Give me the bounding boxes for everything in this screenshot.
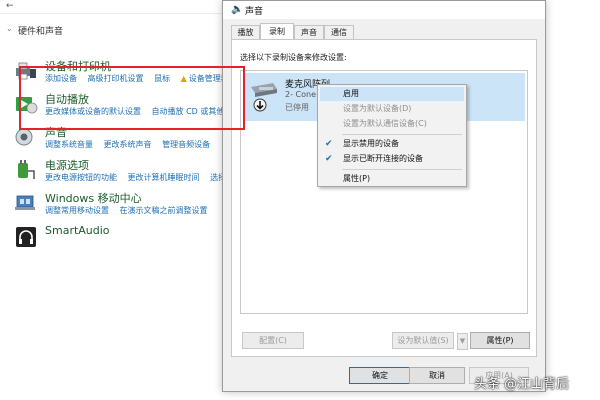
link-system-volume[interactable]: 调整系统音量 (45, 140, 93, 149)
chevron-down-icon[interactable]: ⌄ (6, 24, 13, 33)
link-audio-devices[interactable]: 管理音频设备 (162, 140, 210, 149)
menu-item-set-default-comm-device[interactable]: 设置为默认通信设备(C) (320, 117, 464, 131)
instruction-text: 选择以下录制设备来修改设置: (240, 53, 347, 62)
menu-item-label: 显示已断开连接的设备 (343, 154, 423, 163)
category-smartaudio: SmartAudio (0, 224, 222, 254)
dialog-title-bar[interactable]: 🔈 声音 (223, 1, 545, 19)
configure-button[interactable]: 配置(C) (242, 332, 304, 349)
mobility-center-icon (15, 195, 35, 210)
dialog-title: 声音 (245, 7, 264, 17)
microphone-array-icon (251, 83, 277, 112)
link-power-plan[interactable]: 选择电源计划 (210, 173, 222, 182)
checkmark-icon: ✔ (325, 139, 333, 149)
tab-communications[interactable]: 通信 (324, 25, 354, 40)
properties-button[interactable]: 属性(P) (470, 332, 530, 349)
menu-item-show-disconnected[interactable]: ✔ 显示已断开连接的设备 (320, 152, 464, 166)
right-margin (546, 0, 600, 400)
tab-sounds[interactable]: 声音 (294, 25, 324, 40)
breadcrumb-label: 硬件和声音 (18, 27, 64, 37)
checkmark-icon: ✔ (325, 154, 333, 164)
power-plug-icon (18, 160, 35, 179)
menu-separator (342, 169, 462, 170)
menu-item-enable[interactable]: 启用 (320, 87, 464, 101)
back-arrow-icon[interactable]: ← (6, 1, 14, 11)
category-links: 更改电源按钮的功能 更改计算机睡眠时间 选择电源计划 (45, 172, 222, 183)
device-description: 2- Cone (285, 90, 316, 99)
headphones-icon (16, 227, 36, 247)
category-links: 调整系统音量 更改系统声音 管理音频设备 (45, 139, 222, 150)
watermark: 头条 @江山背后 (474, 377, 570, 392)
control-panel-nav-bar: ← (0, 0, 222, 14)
breadcrumb: ⌄ 硬件和声音 (6, 24, 64, 37)
category-title[interactable]: Windows 移动中心 (45, 190, 142, 206)
speaker-icon: 🔈 (231, 4, 244, 15)
menu-item-label: 显示禁用的设备 (343, 139, 399, 148)
annotation-highlight-box (19, 66, 245, 130)
menu-item-label: 属性(P) (343, 174, 371, 183)
tab-playback[interactable]: 播放 (231, 25, 260, 40)
category-title[interactable]: 电源选项 (45, 157, 89, 173)
ok-button[interactable]: 确定 (349, 367, 411, 384)
link-presentation-settings[interactable]: 在演示文稿之前调整设置 (120, 206, 208, 215)
menu-item-show-disabled[interactable]: ✔ 显示禁用的设备 (320, 137, 464, 151)
link-sleep-time[interactable]: 更改计算机睡眠时间 (128, 173, 200, 182)
tab-recording[interactable]: 录制 (260, 23, 294, 40)
menu-separator (342, 134, 462, 135)
menu-item-label: 启用 (343, 89, 359, 98)
device-context-menu: 启用 设置为默认设备(D) 设置为默认通信设备(C) ✔ 显示禁用的设备 ✔ 显… (317, 84, 467, 187)
category-links: 调整常用移动设置 在演示文稿之前调整设置 (45, 205, 222, 216)
link-mobility-settings[interactable]: 调整常用移动设置 (45, 206, 109, 215)
menu-item-label: 设置为默认设备(D) (343, 104, 412, 113)
sound-dialog: 🔈 声音 播放 录制 声音 通信 选择以下录制设备来修改设置: 麦克风阵列 2-… (222, 0, 546, 392)
menu-item-set-default-device[interactable]: 设置为默认设备(D) (320, 102, 464, 116)
device-status: 已停用 (285, 103, 309, 112)
menu-item-label: 设置为默认通信设备(C) (343, 119, 427, 128)
set-default-dropdown-arrow-icon[interactable]: ▼ (457, 333, 468, 350)
category-mobility-center: Windows 移动中心 调整常用移动设置 在演示文稿之前调整设置 (0, 190, 222, 220)
cancel-button[interactable]: 取消 (409, 367, 465, 384)
category-title[interactable]: SmartAudio (45, 224, 110, 237)
set-default-button[interactable]: 设为默认值(S) (392, 332, 454, 349)
category-power: 电源选项 更改电源按钮的功能 更改计算机睡眠时间 选择电源计划 (0, 157, 222, 187)
link-power-button[interactable]: 更改电源按钮的功能 (45, 173, 117, 182)
link-system-sounds[interactable]: 更改系统声音 (104, 140, 152, 149)
menu-item-properties[interactable]: 属性(P) (320, 172, 464, 186)
